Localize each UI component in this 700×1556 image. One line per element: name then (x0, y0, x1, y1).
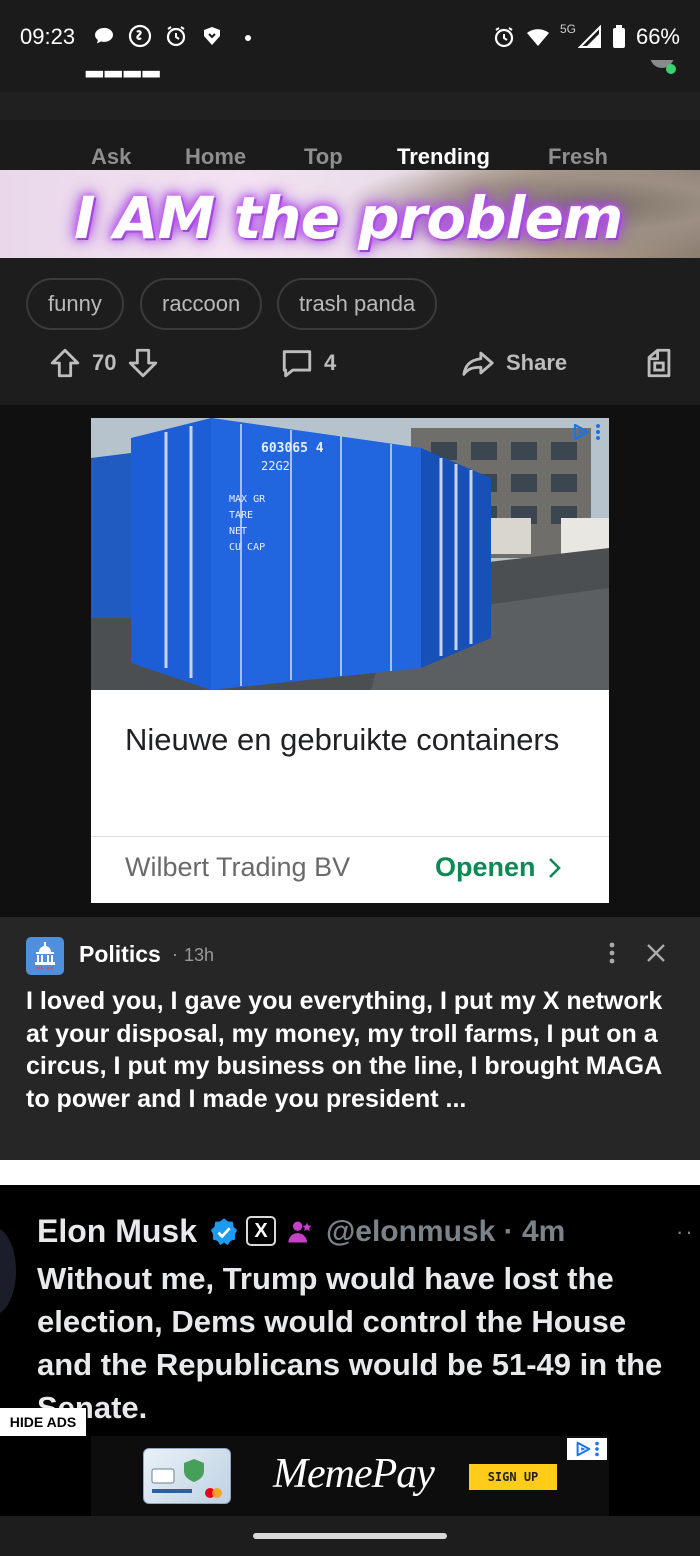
ad-divider (91, 836, 609, 837)
tab-ask[interactable]: Ask (91, 144, 131, 170)
comments-button[interactable]: 4 (280, 346, 336, 380)
system-nav-bar (0, 1516, 700, 1556)
meme-caption: I AM the problem (74, 184, 623, 252)
header-remnant: ▂▂▂▂ (0, 60, 700, 92)
hide-ads-button[interactable]: HIDE ADS (0, 1408, 86, 1436)
container-illustration: 603065 4 22G2 MAX GR TARE NET CU CAP (91, 418, 609, 690)
memepay-logo: MemePay (273, 1451, 435, 1497)
post-meta: funny raccoon trash panda 70 4 Share (0, 258, 700, 405)
adchoices-icon (576, 1441, 591, 1457)
close-icon[interactable] (644, 941, 668, 965)
container-spec-2: TARE (229, 510, 253, 521)
ad-title[interactable]: Nieuwe en gebruikte containers (125, 718, 565, 762)
ad-card[interactable]: 603065 4 22G2 MAX GR TARE NET CU CAP Nie… (91, 418, 609, 903)
post-title[interactable]: I loved you, I gave you everything, I pu… (26, 985, 686, 1115)
image-top-border (0, 1160, 700, 1185)
battery-icon (612, 25, 625, 48)
payment-card-image (143, 1448, 231, 1504)
share-label: Share (506, 350, 568, 375)
status-time: 09:23 (20, 24, 76, 49)
container-spec-3: NET (229, 526, 247, 537)
alarm-icon (166, 26, 186, 47)
container-code: 603065 4 (261, 441, 324, 456)
sign-up-button[interactable]: SIGN UP (469, 1464, 557, 1490)
share-icon (462, 351, 494, 376)
adchoices-icon (573, 423, 590, 441)
avatar (0, 1227, 16, 1315)
tweet-author-name: Elon Musk (37, 1213, 198, 1249)
signal-icon (577, 25, 601, 48)
upvote-count: 70 (92, 350, 117, 375)
tweet-text: Without me, Trump would have lost the el… (37, 1261, 663, 1425)
post-image[interactable]: I AM the problem (0, 170, 700, 258)
ad-open-button[interactable]: Openen (435, 852, 562, 883)
tab-fresh[interactable]: Fresh (548, 144, 608, 170)
share-button[interactable]: Share (460, 346, 567, 380)
tag-chip[interactable]: raccoon (140, 278, 263, 330)
tag-chip[interactable]: funny (26, 278, 124, 330)
battery-level: 66% (635, 24, 680, 49)
online-indicator (666, 64, 676, 74)
section-name[interactable]: Politics (79, 941, 161, 968)
status-right-icons: 5G 66% (492, 22, 680, 50)
app-icon (204, 27, 220, 45)
tweet-more: ·· (676, 1219, 695, 1244)
nav-tabs: Ask Home Top Trending Fresh (0, 120, 700, 170)
banner-ad[interactable]: MemePay SIGN UP (0, 1436, 700, 1516)
header-band (0, 92, 700, 120)
capitol-icon (26, 937, 64, 975)
ad-image[interactable]: 603065 4 22G2 MAX GR TARE NET CU CAP (91, 418, 609, 690)
container-spec-1: MAX GR (229, 494, 266, 505)
tab-trending[interactable]: Trending (397, 144, 490, 170)
more-vertical-icon (596, 424, 600, 440)
tab-top[interactable]: Top (304, 144, 343, 170)
alarm-icon (494, 27, 514, 48)
container-spec-4: CU CAP (229, 542, 265, 553)
shazam-icon (128, 24, 152, 48)
ad-choices[interactable] (571, 422, 601, 442)
tag-chip[interactable]: trash panda (277, 278, 438, 330)
person-badge-icon (288, 1221, 312, 1243)
politics-post[interactable]: Politics · 13h I loved you, I gave you e… (0, 917, 700, 1160)
x-badge: X (246, 1216, 276, 1246)
gesture-handle[interactable] (253, 1533, 447, 1539)
status-left-icons (92, 24, 260, 48)
logo-fragment: ▂▂▂▂ (86, 60, 162, 77)
network-type: 5G (559, 22, 576, 36)
dot-icon (245, 35, 251, 41)
post-actions: 70 4 Share (0, 346, 700, 390)
ad-choices[interactable] (567, 1438, 607, 1460)
chat-bubble-icon (95, 27, 113, 44)
tweet-screenshot[interactable]: Elon Musk X @elonmusk · 4m ·· Without me… (0, 1185, 700, 1436)
post-time: 13h (184, 945, 215, 965)
upvote-icon[interactable] (48, 346, 82, 380)
more-vertical-icon[interactable] (602, 941, 622, 965)
tab-home[interactable]: Home (185, 144, 246, 170)
downvote-icon[interactable] (126, 346, 160, 380)
save-button[interactable] (642, 346, 676, 380)
ad-advertiser: Wilbert Trading BV (125, 852, 351, 882)
more-vertical-icon (595, 1441, 599, 1457)
comment-count: 4 (324, 350, 337, 375)
bookmark-icon (647, 348, 671, 378)
meta-separator: · (172, 944, 178, 964)
native-ad-area: 603065 4 22G2 MAX GR TARE NET CU CAP Nie… (0, 405, 700, 917)
wifi-icon (526, 29, 549, 46)
ad-open-label: Openen (435, 852, 536, 882)
chevron-right-icon (548, 857, 561, 878)
container-type: 22G2 (261, 459, 290, 473)
vote-group: 70 (48, 346, 160, 380)
tweet-handle-time: @elonmusk · 4m (326, 1215, 566, 1248)
banner-ad-creative[interactable]: MemePay SIGN UP (91, 1436, 609, 1516)
verified-badge-icon (210, 1218, 238, 1246)
comment-icon (282, 350, 312, 378)
